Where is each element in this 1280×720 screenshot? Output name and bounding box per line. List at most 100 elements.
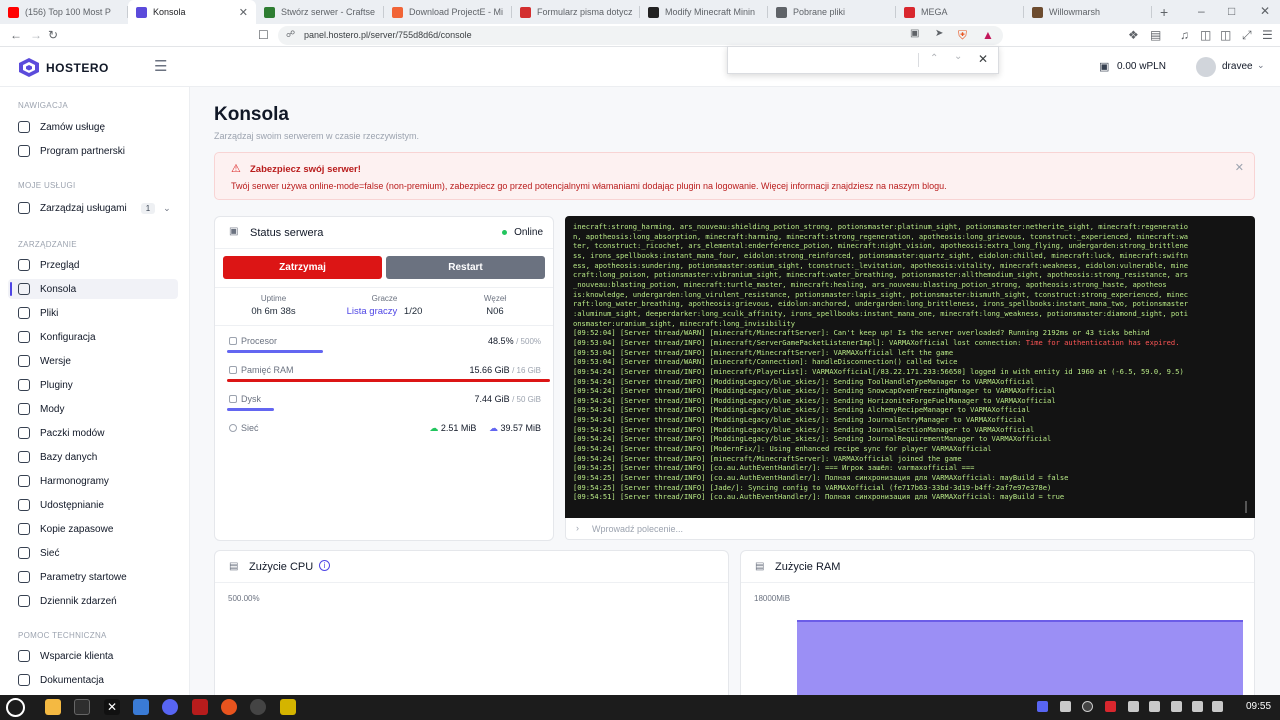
new-tab-icon[interactable]: +	[1160, 4, 1168, 20]
wallet-icon[interactable]: ▤	[1150, 28, 1161, 42]
menu-icon[interactable]: ☰	[1262, 28, 1273, 42]
find-input[interactable]	[728, 47, 918, 73]
sidebar-item[interactable]: Bazy danych	[8, 447, 178, 467]
sidebar-item[interactable]: Parametry startowe	[8, 567, 178, 587]
ram-value: 15.66 GiB	[469, 365, 510, 375]
browser-tab[interactable]: Pobrane pliki	[768, 0, 896, 24]
screenshot-icon[interactable]: ▣	[910, 28, 919, 39]
browser-tab[interactable]: Willowmarsh	[1024, 0, 1152, 24]
browser-tab[interactable]: Modify Minecraft Minin	[640, 0, 768, 24]
tray-keyboard-icon[interactable]	[1171, 701, 1182, 712]
browser-tab[interactable]: Formularz pisma dotycz	[512, 0, 640, 24]
sidebar-item[interactable]: Udostępnianie	[8, 495, 178, 515]
tray-app-icon[interactable]	[1128, 701, 1139, 712]
site-info-icon[interactable]: ☍	[286, 29, 295, 40]
browser-tab[interactable]: Stwórz serwer - Craftse	[256, 0, 384, 24]
file-manager-icon[interactable]	[45, 699, 61, 715]
browser-tab[interactable]: Download ProjectE - Mi	[384, 0, 512, 24]
discord-icon[interactable]	[162, 699, 178, 715]
media-icon[interactable]: ♫	[1180, 28, 1189, 42]
clock[interactable]: 09:55	[1246, 701, 1271, 712]
sidebar-toggle-icon[interactable]: ◫	[1200, 28, 1211, 42]
reload-icon[interactable]: ↻	[48, 28, 58, 42]
username[interactable]: dravee	[1222, 61, 1253, 72]
steam-icon[interactable]	[250, 699, 266, 715]
sidebar-item-label: Przegląd	[40, 259, 80, 271]
sidebar-item-icon	[18, 121, 30, 133]
sidebar-item[interactable]: Pluginy	[8, 375, 178, 395]
text-editor-icon[interactable]	[133, 699, 149, 715]
sidebar-item[interactable]: Paczki modów	[8, 423, 178, 443]
disk-max: / 50 GiB	[512, 395, 541, 404]
chevron-down-icon[interactable]: ⌄	[163, 203, 171, 214]
hostero-logo-icon[interactable]	[18, 57, 40, 77]
tray-x-icon[interactable]	[1060, 701, 1071, 712]
start-menu-icon[interactable]	[6, 698, 25, 717]
sidebar-item[interactable]: Mody	[8, 399, 178, 419]
rewards-icon[interactable]: ▲	[982, 28, 994, 42]
info-icon[interactable]: i	[319, 560, 330, 571]
tray-mega-icon[interactable]	[1105, 701, 1116, 712]
console-line: [09:54:24] [Server thread/INFO] [ModernF…	[573, 444, 1247, 454]
sidebar-item-label: Zarządzaj usługami	[40, 202, 127, 214]
sidebar-item[interactable]: Przegląd	[8, 255, 178, 275]
command-input[interactable]: › Wprowadź polecenie...	[565, 518, 1255, 540]
sidebar-item[interactable]: Program partnerski	[8, 141, 178, 161]
browser-tab[interactable]: MEGA	[896, 0, 1024, 24]
console-line: ss, irons_spellbooks:instant_mana_four, …	[573, 251, 1247, 261]
tab-close-icon[interactable]: ✕	[239, 6, 248, 19]
sidebar-item[interactable]: Kopie zapasowe	[8, 519, 178, 539]
sidebar-item[interactable]: Wsparcie klienta	[8, 646, 178, 666]
chevron-down-icon[interactable]: ⌄	[1257, 60, 1265, 71]
hamburger-icon[interactable]: ☰	[154, 57, 167, 75]
sidebar-item[interactable]: Sieć	[8, 543, 178, 563]
console-scrollbar[interactable]	[1245, 501, 1247, 513]
sidebar-item[interactable]: Harmonogramy	[8, 471, 178, 491]
close-window-icon[interactable]: ✕	[1260, 4, 1270, 18]
browser-tab[interactable]: Konsola ✕	[128, 0, 256, 24]
share-icon[interactable]: ⤢	[1242, 28, 1252, 43]
x-app-icon[interactable]: ✕	[104, 699, 120, 715]
maximize-icon[interactable]: □	[1228, 4, 1235, 18]
find-next-icon[interactable]: ⌄	[954, 51, 962, 62]
sidebar-item[interactable]: Dziennik zdarzeń	[8, 591, 178, 611]
url-field[interactable]: ☍ panel.hostero.pl/server/755d8d6d/conso…	[278, 26, 1003, 45]
game-launcher-icon[interactable]	[280, 699, 296, 715]
terminal-icon[interactable]	[74, 699, 90, 715]
sidebar-item[interactable]: Dokumentacja	[8, 670, 178, 690]
sidebar-item[interactable]: Zamów usługę	[8, 117, 178, 137]
brave-shield-icon[interactable]: ⛨	[958, 28, 967, 43]
alert-close-icon[interactable]: ✕	[1235, 161, 1244, 174]
tray-app2-icon[interactable]	[1149, 701, 1160, 712]
sidebar-item[interactable]: Pliki	[8, 303, 178, 323]
tray-discord-icon[interactable]	[1037, 701, 1048, 712]
stop-button[interactable]: Zatrzymaj	[223, 256, 382, 279]
volume-icon[interactable]	[1212, 701, 1223, 712]
filezilla-icon[interactable]	[192, 699, 208, 715]
bookmark-icon[interactable]: ☐	[258, 28, 269, 42]
browser-tab[interactable]: (156) Top 100 Most P	[0, 0, 128, 24]
cpu-chart-title: Zużycie CPU	[249, 561, 314, 573]
minimize-icon[interactable]: –	[1198, 4, 1205, 18]
sidebar-item[interactable]: Konfiguracja	[8, 327, 178, 347]
avatar[interactable]	[1196, 57, 1216, 77]
find-prev-icon[interactable]: ⌃	[930, 53, 938, 64]
console-output[interactable]: inecraft:strong_harming, ars_nouveau:shi…	[565, 216, 1255, 518]
extensions-icon[interactable]: ❖	[1128, 28, 1139, 42]
send-icon[interactable]: ➤	[935, 28, 943, 39]
players-list-link[interactable]: Lista graczy	[347, 306, 398, 317]
balance-value[interactable]: 0.00 wPLN	[1117, 61, 1166, 72]
find-close-icon[interactable]: ✕	[978, 52, 988, 66]
brave-icon[interactable]	[221, 699, 237, 715]
wifi-icon[interactable]	[1192, 701, 1203, 712]
sidebar-item[interactable]: Wersje	[8, 351, 178, 371]
sidebar-item[interactable]: Zarządzaj usługami 1 ⌄	[8, 198, 178, 218]
sidebar-item-label: Mody	[40, 403, 65, 415]
downloads-icon[interactable]: ◫	[1220, 28, 1231, 42]
sidebar-item[interactable]: Konsola	[8, 279, 178, 299]
tray-steam-icon[interactable]	[1082, 701, 1093, 712]
back-icon[interactable]: ←	[10, 28, 22, 42]
forward-icon[interactable]: →	[30, 28, 42, 42]
console-line: n, apotheosis:long_absorption, minecraft…	[573, 232, 1247, 242]
restart-button[interactable]: Restart	[386, 256, 545, 279]
